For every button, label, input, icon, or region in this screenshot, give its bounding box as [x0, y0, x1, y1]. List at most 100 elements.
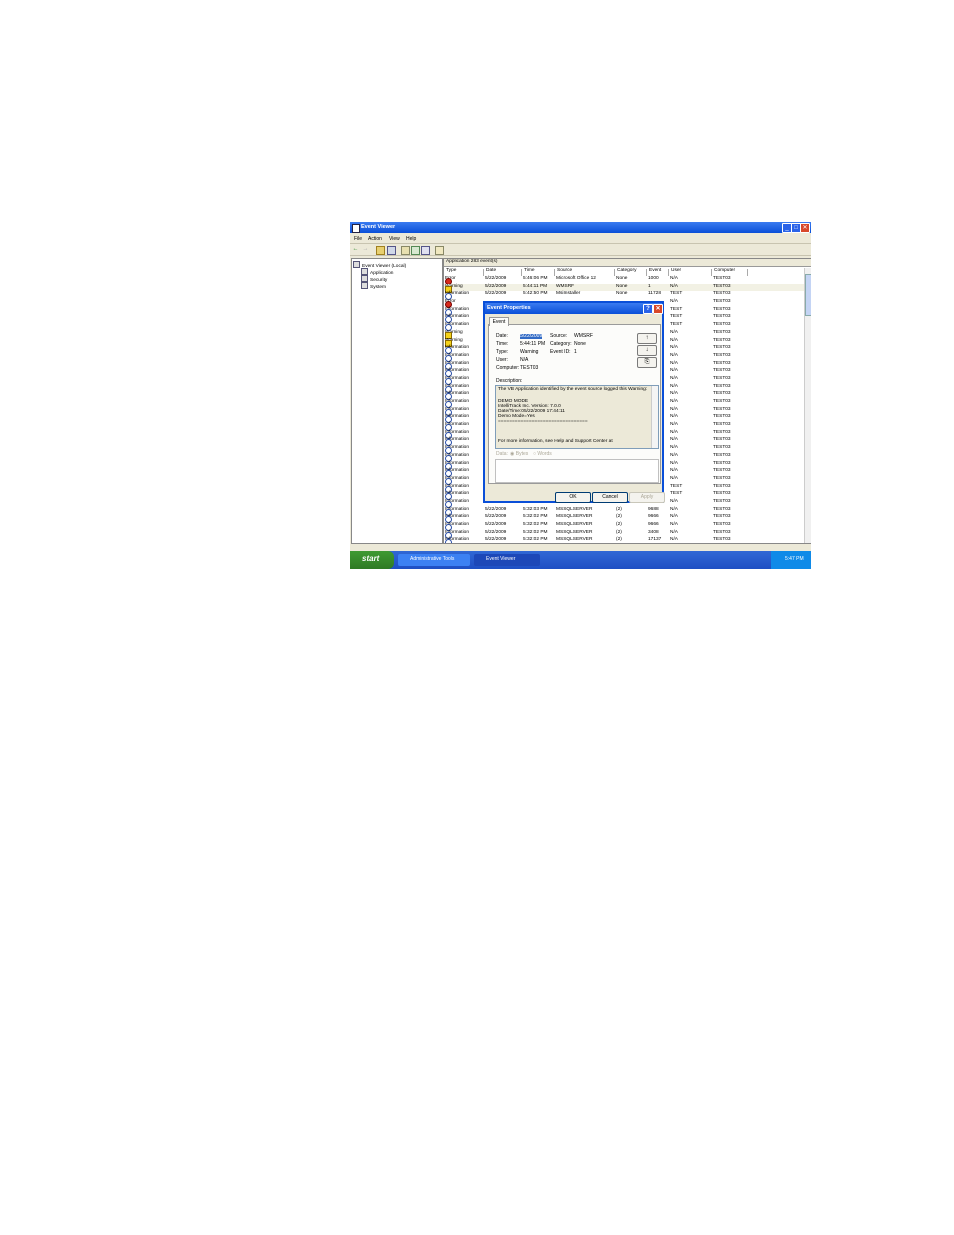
- cell-user: N/A: [670, 429, 678, 435]
- cell-computer: TEST03: [713, 506, 731, 512]
- cell-computer: TEST03: [713, 360, 731, 366]
- window-title: Event Viewer: [361, 224, 396, 230]
- help-icon[interactable]: [435, 246, 444, 255]
- cell-category: None: [616, 276, 628, 281]
- taskbar-item-event-viewer[interactable]: Event Viewer: [474, 554, 540, 566]
- menu-action[interactable]: Action: [368, 237, 382, 242]
- description-line: ================================: [498, 419, 588, 424]
- cell-computer: TEST03: [713, 391, 731, 397]
- table-row[interactable]: Information 5/22/2009 5:42:50 PM MsiInstall…: [444, 291, 804, 301]
- tree-item-system[interactable]: System: [361, 282, 386, 291]
- copy-button[interactable]: ⎘: [637, 357, 657, 368]
- category-value: None: [574, 341, 586, 347]
- col-computer[interactable]: Computer: [712, 268, 748, 276]
- cell-user: N/A: [670, 460, 678, 466]
- cell-type: Information: [445, 307, 469, 316]
- up-folder-icon[interactable]: [376, 246, 385, 255]
- properties-icon[interactable]: [401, 246, 410, 255]
- apply-button[interactable]: Apply: [629, 492, 665, 503]
- col-user[interactable]: User: [669, 268, 712, 276]
- computer-value: TEST03: [520, 365, 539, 371]
- back-arrow-icon[interactable]: ←: [352, 246, 359, 253]
- cell-computer: TEST03: [713, 368, 731, 374]
- taskbar-item-administrative-tools[interactable]: Administrative Tools: [398, 554, 470, 566]
- bytes-radio[interactable]: ◉ Bytes: [510, 452, 528, 457]
- data-box[interactable]: [495, 459, 659, 483]
- cell-user: N/A: [670, 391, 678, 397]
- col-source[interactable]: Source: [555, 268, 615, 276]
- cell-type: Information: [445, 461, 469, 470]
- forward-arrow-icon[interactable]: →: [362, 246, 369, 253]
- next-event-button[interactable]: ↓: [637, 345, 657, 356]
- cell-user: N/A: [670, 452, 678, 458]
- cell-user: N/A: [670, 498, 678, 504]
- dialog-help-button[interactable]: ?: [643, 304, 653, 314]
- cell-user: N/A: [670, 399, 678, 404]
- cell-time: 5:46:06 PM: [523, 276, 548, 281]
- source-value: WMSRF: [574, 333, 593, 339]
- cell-event: 9666: [648, 522, 659, 527]
- cell-user: TEST: [670, 322, 683, 328]
- cell-user: N/A: [670, 360, 678, 366]
- window-titlebar: Event Viewer _ □ ✕: [350, 222, 811, 233]
- cell-user: N/A: [670, 283, 678, 289]
- col-category[interactable]: Category: [615, 268, 647, 276]
- col-type[interactable]: Type: [444, 268, 484, 276]
- cell-user: N/A: [670, 514, 678, 520]
- cell-event: 9688: [648, 506, 659, 512]
- cell-time: 5:42:50 PM: [523, 291, 548, 297]
- cell-computer: TEST03: [713, 422, 731, 428]
- start-button[interactable]: start: [350, 551, 394, 569]
- col-event[interactable]: Event: [647, 268, 669, 276]
- menu-file[interactable]: File: [354, 237, 362, 242]
- cell-type: Information: [445, 384, 469, 393]
- refresh-icon[interactable]: [411, 246, 420, 255]
- table-row[interactable]: Error 5/22/2009 5:46:06 PM Microsoft Office…: [444, 276, 804, 285]
- menu-help[interactable]: Help: [406, 237, 416, 242]
- ok-button[interactable]: OK: [555, 492, 591, 503]
- cell-user: N/A: [670, 368, 678, 374]
- close-button[interactable]: ✕: [800, 223, 810, 233]
- cell-source: Microsoft Office 12: [556, 276, 596, 281]
- tab-event[interactable]: Event: [489, 317, 509, 326]
- cell-user: TEST: [670, 306, 683, 312]
- pane-title-bar: Application 283 event(s): [444, 259, 811, 267]
- cell-computer: TEST03: [713, 322, 731, 328]
- scroll-thumb[interactable]: [805, 274, 811, 316]
- cell-computer: TEST03: [713, 452, 731, 458]
- cell-time: 5:32:02 PM: [523, 522, 548, 527]
- col-time[interactable]: Time: [522, 268, 555, 276]
- cell-computer: TEST03: [713, 352, 731, 358]
- table-row[interactable]: Information 5/22/2009 5:32:02 PM MSSQLSERVE…: [444, 522, 804, 531]
- previous-event-button[interactable]: ↑: [637, 333, 657, 344]
- cell-type: Information: [445, 522, 469, 531]
- cell-date: 5/22/2009: [485, 291, 507, 297]
- words-radio[interactable]: ○ Words: [533, 452, 552, 457]
- cell-computer: TEST03: [713, 383, 731, 389]
- dialog-close-button[interactable]: ✕: [653, 304, 663, 314]
- export-list-icon[interactable]: [421, 246, 430, 255]
- cell-date: 5/22/2009: [485, 283, 507, 289]
- cell-user: N/A: [670, 445, 678, 451]
- cell-computer: TEST03: [713, 306, 731, 312]
- cell-event: 9666: [648, 514, 659, 520]
- cell-category: (2): [616, 514, 622, 520]
- status-bar: [350, 543, 811, 551]
- computer-icon: [353, 261, 360, 268]
- description-scrollbar[interactable]: [651, 386, 658, 448]
- cancel-button[interactable]: Cancel: [592, 492, 628, 503]
- table-row[interactable]: Information 5/22/2009 5:32:02 PM MSSQLSERVE…: [444, 514, 804, 524]
- show-hide-tree-icon[interactable]: [387, 246, 396, 255]
- cell-source: WMSRF: [556, 283, 575, 289]
- cell-source: MSSQLSERVER: [556, 522, 593, 527]
- event-list-scrollbar[interactable]: [804, 268, 811, 543]
- cell-computer: TEST03: [713, 429, 731, 435]
- cell-computer: TEST03: [713, 460, 731, 466]
- cell-type: Information: [445, 353, 469, 362]
- col-date[interactable]: Date: [484, 268, 522, 276]
- cell-type: Error: [445, 276, 456, 285]
- menu-view[interactable]: View: [389, 237, 400, 242]
- cell-date: 5/22/2009: [485, 506, 507, 512]
- description-box[interactable]: The VB Application identified by the eve…: [495, 385, 659, 449]
- cell-time: 5:32:03 PM: [523, 506, 548, 512]
